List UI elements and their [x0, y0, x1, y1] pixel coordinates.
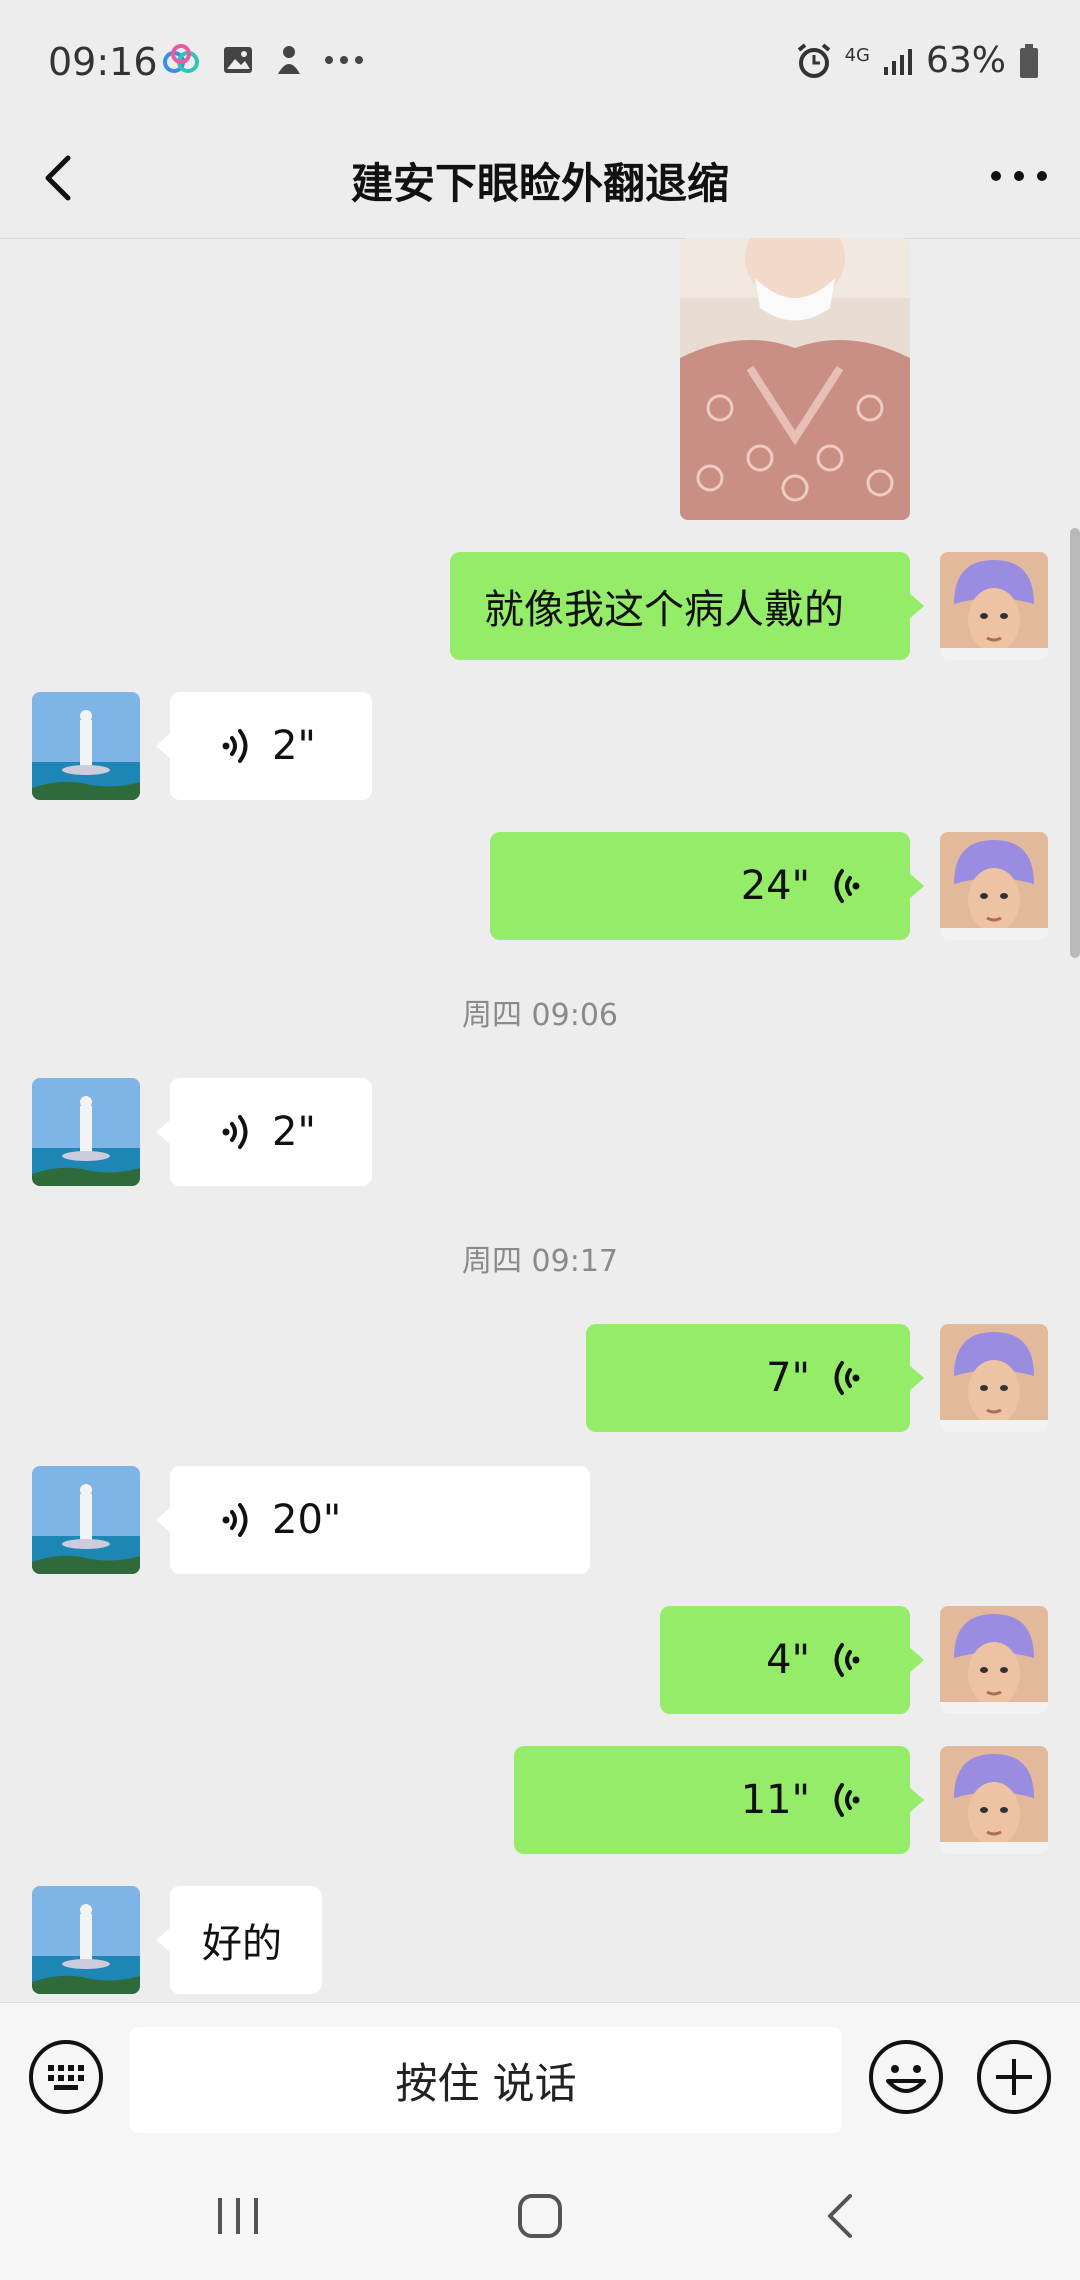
more-dots-icon [325, 56, 363, 64]
voice-message-self[interactable]: 7" [586, 1324, 924, 1432]
scrollbar[interactable] [1070, 528, 1080, 958]
plus-icon[interactable] [976, 2039, 1052, 2115]
status-time: 09:16 [48, 40, 158, 84]
system-back-icon[interactable] [812, 2186, 872, 2246]
status-bar: 09:16 4G 63% [0, 0, 1080, 120]
message-list[interactable]: 就像我这个病人戴的 2" 24" 周四 09:06 2" 周四 09:17 7" [0, 238, 1080, 2002]
battery-icon [1020, 43, 1038, 78]
voice-duration: 4" [766, 1637, 810, 1683]
alarm-icon [797, 42, 830, 78]
cloud-app-icon [163, 44, 199, 73]
voice-message-self[interactable]: 11" [514, 1746, 924, 1854]
voice-duration: 7" [766, 1355, 810, 1401]
message-timestamp: 周四 09:06 [462, 998, 618, 1033]
text-message-self[interactable]: 就像我这个病人戴的 [450, 552, 924, 660]
voice-wave-icon [834, 1361, 860, 1395]
battery-percent: 63% [925, 40, 1006, 81]
home-icon[interactable] [510, 2186, 570, 2246]
voice-wave-icon [222, 1503, 248, 1537]
voice-duration: 2" [272, 1109, 316, 1155]
recent-apps-icon[interactable] [208, 2186, 268, 2246]
self-avatar[interactable] [940, 552, 1048, 660]
gallery-icon [224, 47, 252, 73]
app-notification-icon [278, 46, 300, 74]
voice-duration: 24" [740, 863, 810, 909]
self-avatar[interactable] [940, 832, 1048, 940]
voice-message-other[interactable]: 2" [156, 692, 372, 800]
voice-wave-icon [834, 869, 860, 903]
voice-duration: 2" [272, 723, 316, 769]
hold-to-talk-button[interactable]: 按住 说话 [130, 2027, 842, 2133]
message-text: 就像我这个病人戴的 [484, 587, 844, 633]
voice-duration: 20" [272, 1497, 342, 1543]
voice-wave-icon [834, 1643, 860, 1677]
voice-wave-icon [222, 729, 248, 763]
more-options-icon[interactable] [984, 146, 1054, 206]
contact-avatar[interactable] [32, 1078, 140, 1186]
image-message[interactable] [680, 238, 910, 520]
message-text: 好的 [202, 1921, 282, 1967]
self-avatar[interactable] [940, 1606, 1048, 1714]
chat-title: 建安下眼睑外翻退缩 [350, 159, 729, 208]
keyboard-icon[interactable] [28, 2039, 104, 2115]
voice-wave-icon [834, 1783, 860, 1817]
network-type: 4G [844, 44, 870, 66]
voice-duration: 11" [740, 1777, 810, 1823]
input-bar: 按住 说话 [0, 2002, 1080, 2153]
contact-avatar[interactable] [32, 1886, 140, 1994]
voice-message-self[interactable]: 4" [660, 1606, 924, 1714]
message-timestamp: 周四 09:17 [462, 1244, 618, 1279]
emoji-icon[interactable] [868, 2039, 944, 2115]
patient-photo [680, 238, 910, 520]
chat-header: 建安下眼睑外翻退缩 [0, 120, 1080, 239]
voice-message-other[interactable]: 20" [156, 1466, 590, 1574]
self-avatar[interactable] [940, 1324, 1048, 1432]
signal-icon [883, 48, 912, 75]
self-avatar[interactable] [940, 1746, 1048, 1854]
status-right: 4G 63% [795, 40, 1040, 81]
status-left-icons [162, 44, 364, 76]
system-navigation-bar [0, 2152, 1080, 2280]
contact-avatar[interactable] [32, 692, 140, 800]
voice-message-self[interactable]: 24" [490, 832, 924, 940]
text-message-other[interactable]: 好的 [156, 1886, 322, 1994]
voice-wave-icon [222, 1115, 248, 1149]
contact-avatar[interactable] [32, 1466, 140, 1574]
voice-message-other[interactable]: 2" [156, 1078, 372, 1186]
